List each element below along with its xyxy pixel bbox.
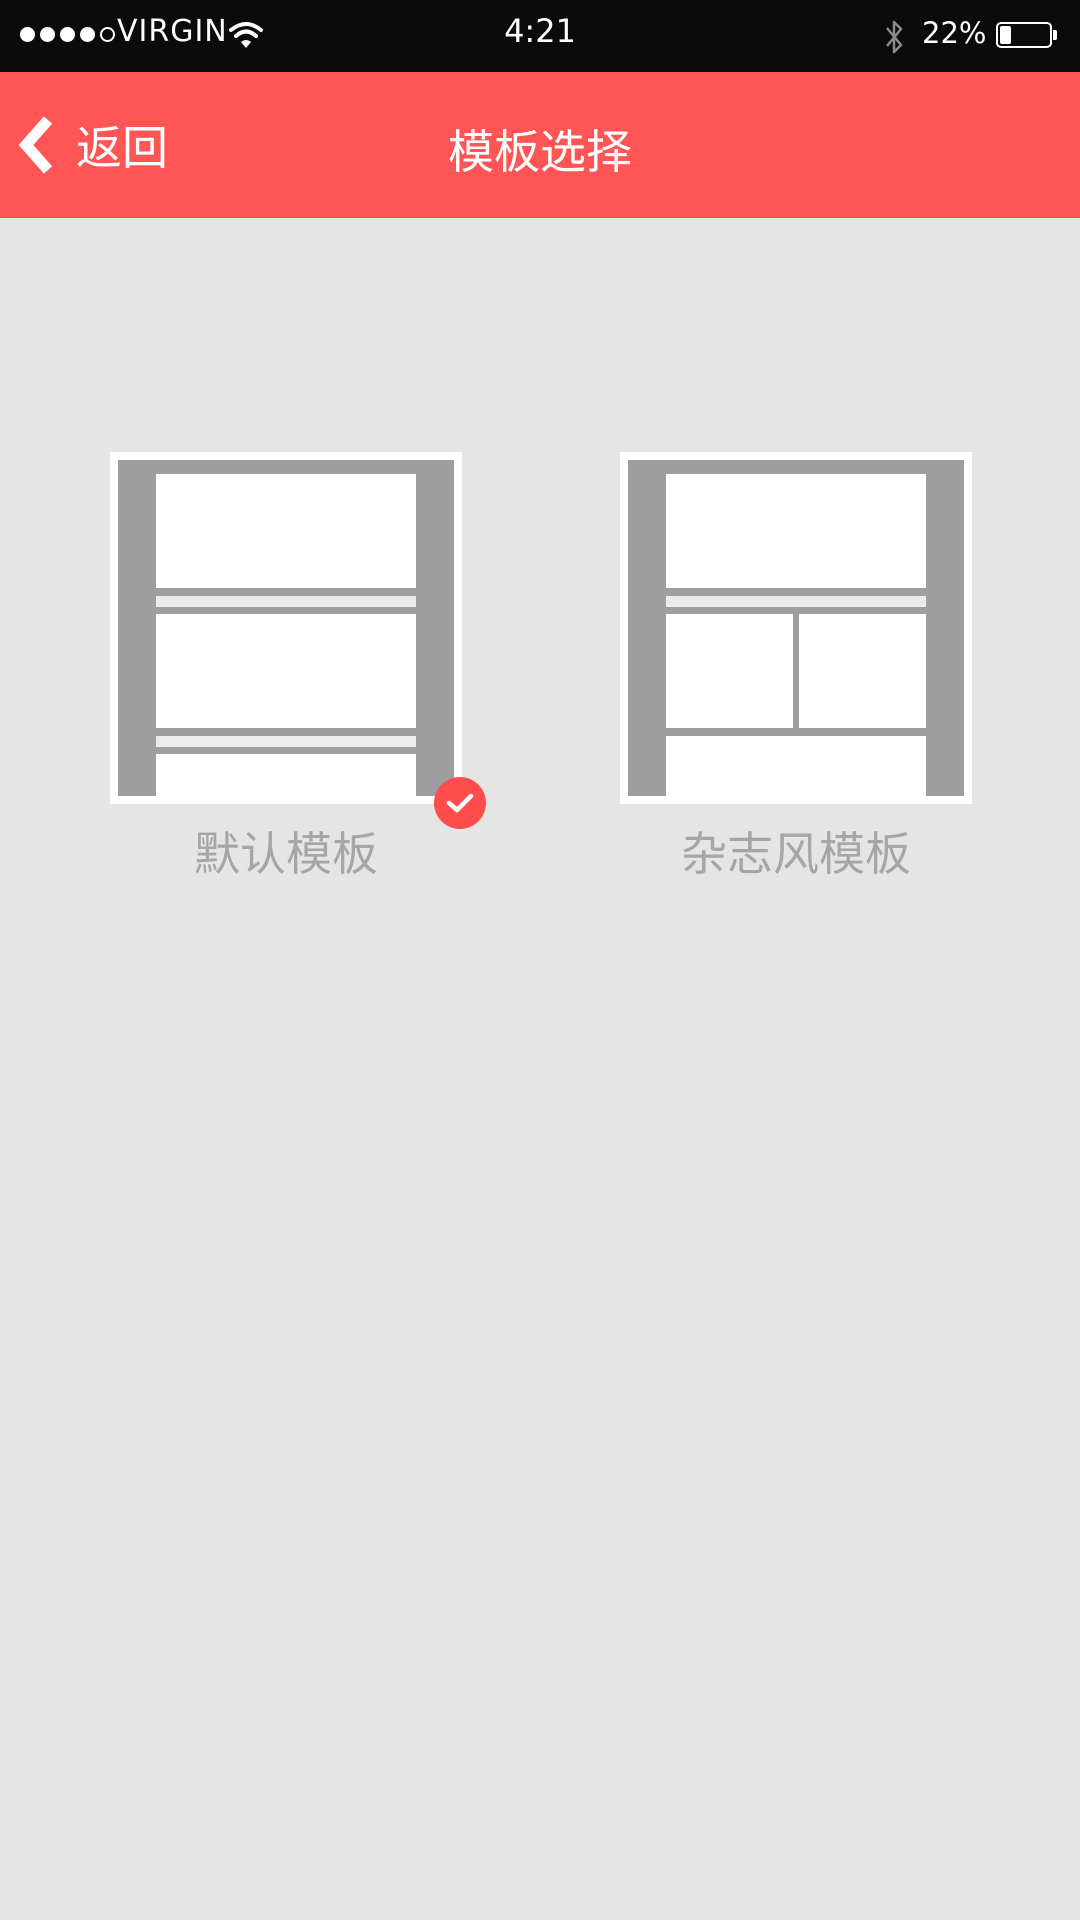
- battery-percentage: 22%: [922, 16, 987, 50]
- navigation-bar: 返回 模板选择: [0, 72, 1080, 218]
- clock: 4:21: [504, 12, 576, 50]
- template-label-magazine[interactable]: 杂志风模板: [620, 818, 972, 884]
- battery-level: [1000, 26, 1011, 44]
- template-label-default[interactable]: 默认模板: [110, 818, 462, 884]
- bluetooth-icon: [886, 20, 903, 54]
- default-template-thumbnail: [118, 460, 454, 796]
- battery-icon: [996, 22, 1052, 48]
- status-bar: VIRGIN 4:21 22%: [0, 0, 1080, 72]
- magazine-template-thumbnail: [628, 460, 964, 796]
- battery-tip: [1053, 30, 1057, 40]
- template-card-magazine[interactable]: [620, 452, 972, 804]
- template-card-default[interactable]: [110, 452, 462, 804]
- page-title: 模板选择: [448, 125, 632, 179]
